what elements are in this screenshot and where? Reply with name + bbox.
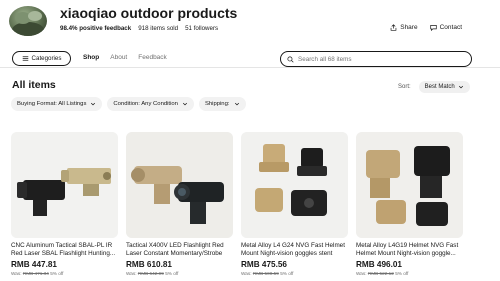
- was-price: RMB 471.34: [22, 270, 49, 276]
- categories-button[interactable]: Categories: [12, 51, 71, 66]
- chevron-down-icon: [91, 102, 96, 106]
- nav-divider: [0, 67, 500, 68]
- sort-select[interactable]: Best Match: [418, 81, 470, 93]
- original-price: Was: RMB 522.12 5% off: [356, 271, 463, 276]
- product-title[interactable]: Metal Alloy L4 G24 NVG Fast Helmet Mount…: [241, 242, 348, 259]
- original-price: Was: RMB 500.59 5% off: [241, 271, 348, 276]
- store-actions: Share Contact: [390, 24, 462, 31]
- sort-value: Best Match: [424, 84, 455, 90]
- was-price: RMB 500.59: [252, 270, 279, 276]
- product-image[interactable]: [241, 132, 348, 238]
- section-title: All items: [12, 79, 56, 91]
- filter-label: Shipping:: [204, 101, 230, 107]
- filter-label: Buying Format: All Listings: [17, 101, 87, 107]
- product-image[interactable]: [356, 132, 463, 238]
- store-stats: 98.4% positive feedback 918 items sold 5…: [60, 25, 218, 32]
- contact-button[interactable]: Contact: [429, 24, 462, 31]
- share-icon: [390, 24, 397, 31]
- product-image[interactable]: [11, 132, 118, 238]
- share-button[interactable]: Share: [390, 24, 418, 31]
- chat-icon: [429, 25, 437, 31]
- search-icon: [287, 55, 294, 63]
- product-card[interactable]: Metal Alloy L4G19 Helmet NVG Fast Helmet…: [356, 132, 463, 276]
- product-card[interactable]: Metal Alloy L4 G24 NVG Fast Helmet Mount…: [241, 132, 348, 276]
- filter-shipping[interactable]: Shipping:: [198, 97, 246, 111]
- contact-label: Contact: [439, 24, 462, 31]
- was-label: Was:: [241, 270, 252, 276]
- store-tabs: Shop About Feedback: [83, 54, 167, 68]
- tab-feedback[interactable]: Feedback: [138, 54, 167, 68]
- product-price: RMB 447.81: [11, 259, 57, 269]
- tab-about[interactable]: About: [110, 54, 127, 68]
- was-price: RMB 522.12: [367, 270, 394, 276]
- discount-label: 5% off: [395, 270, 409, 276]
- original-price: Was: RMB 471.34 5% off: [11, 271, 118, 276]
- positive-feedback: 98.4% positive feedback: [60, 25, 132, 32]
- menu-icon: [22, 56, 28, 61]
- filter-label: Condition: Any Condition: [113, 101, 178, 107]
- discount-label: 5% off: [50, 270, 64, 276]
- chevron-down-icon: [234, 102, 239, 106]
- was-label: Was:: [11, 270, 22, 276]
- store-avatar[interactable]: [9, 6, 47, 36]
- sort-control: Sort: Best Match: [398, 81, 470, 93]
- filter-bar: Buying Format: All Listings Condition: A…: [11, 97, 246, 111]
- product-card[interactable]: Tactical X400V LED Flashlight Red Laser …: [126, 132, 233, 276]
- was-label: Was:: [356, 270, 367, 276]
- tab-shop[interactable]: Shop: [83, 54, 100, 68]
- categories-label: Categories: [31, 55, 62, 62]
- product-title[interactable]: Tactical X400V LED Flashlight Red Laser …: [126, 242, 233, 259]
- product-image[interactable]: [126, 132, 233, 238]
- filter-buying-format[interactable]: Buying Format: All Listings: [11, 97, 103, 111]
- store-name[interactable]: xiaoqiao outdoor products: [60, 5, 237, 21]
- was-price: RMB 642.99: [137, 270, 164, 276]
- product-card[interactable]: CNC Aluminum Tactical SBAL-PL IR Red Las…: [11, 132, 118, 276]
- original-price: Was: RMB 642.99 5% off: [126, 271, 233, 276]
- store-search[interactable]: [280, 51, 472, 67]
- product-price: RMB 475.56: [241, 259, 287, 269]
- product-title[interactable]: CNC Aluminum Tactical SBAL-PL IR Red Las…: [11, 242, 118, 259]
- search-input[interactable]: [298, 55, 458, 63]
- items-sold: 918 items sold: [138, 25, 179, 32]
- product-title[interactable]: Metal Alloy L4G19 Helmet NVG Fast Helmet…: [356, 242, 463, 259]
- discount-label: 5% off: [280, 270, 294, 276]
- product-price: RMB 496.01: [356, 259, 402, 269]
- chevron-down-icon: [182, 102, 187, 106]
- filter-condition[interactable]: Condition: Any Condition: [107, 97, 194, 111]
- share-label: Share: [400, 24, 418, 31]
- was-label: Was:: [126, 270, 137, 276]
- followers-count: 51 followers: [185, 25, 219, 32]
- discount-label: 5% off: [165, 270, 179, 276]
- chevron-down-icon: [458, 85, 463, 89]
- product-price: RMB 610.81: [126, 259, 172, 269]
- sort-label: Sort:: [398, 84, 411, 90]
